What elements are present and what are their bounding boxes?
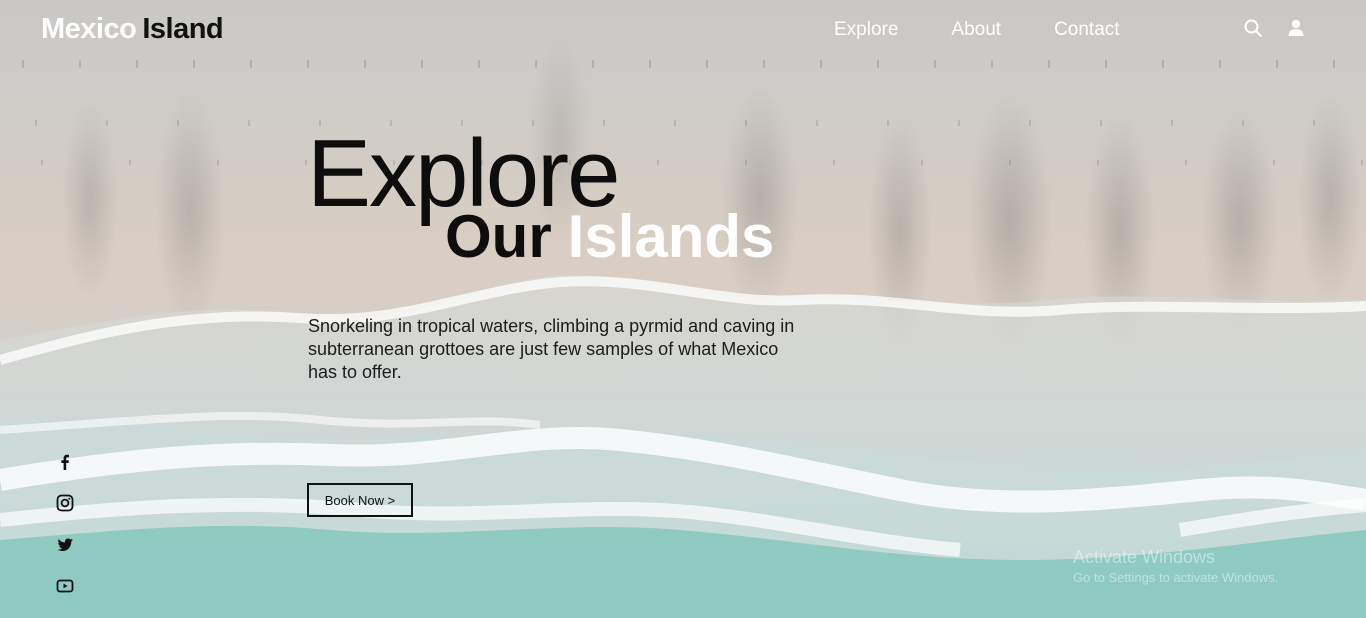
main-nav: Explore About Contact — [834, 19, 1173, 41]
beach-background-image — [0, 0, 1366, 618]
logo-text-mexico: Mexico — [41, 13, 137, 45]
facebook-icon[interactable] — [56, 453, 74, 471]
search-icon[interactable] — [1243, 18, 1263, 38]
activate-windows-watermark: Activate Windows Go to Settings to activ… — [1073, 547, 1278, 585]
hero-subtitle-our: Our — [445, 203, 552, 270]
watermark-title: Activate Windows — [1073, 547, 1216, 567]
hero-description: Snorkeling in tropical waters, climbing … — [308, 316, 795, 382]
logo-text-island: Island — [142, 13, 224, 45]
twitter-icon[interactable] — [56, 536, 74, 554]
nav-link-contact[interactable]: Contact — [1054, 19, 1119, 41]
instagram-icon[interactable] — [56, 494, 74, 512]
watermark-subtitle: Go to Settings to activate Windows. — [1073, 570, 1279, 585]
youtube-icon[interactable] — [56, 577, 74, 595]
hero-subtitle: Our Islands — [445, 207, 774, 267]
nav-link-about[interactable]: About — [951, 19, 1001, 41]
site-logo[interactable]: Mexico Island — [41, 13, 224, 46]
hero-subtitle-islands: Islands — [567, 203, 775, 270]
nav-link-explore[interactable]: Explore — [834, 19, 898, 41]
user-icon[interactable] — [1286, 18, 1306, 38]
landing-page: Mexico Island Explore About Contact Explo… — [0, 0, 1366, 618]
book-now-button[interactable]: Book Now > — [307, 483, 413, 517]
